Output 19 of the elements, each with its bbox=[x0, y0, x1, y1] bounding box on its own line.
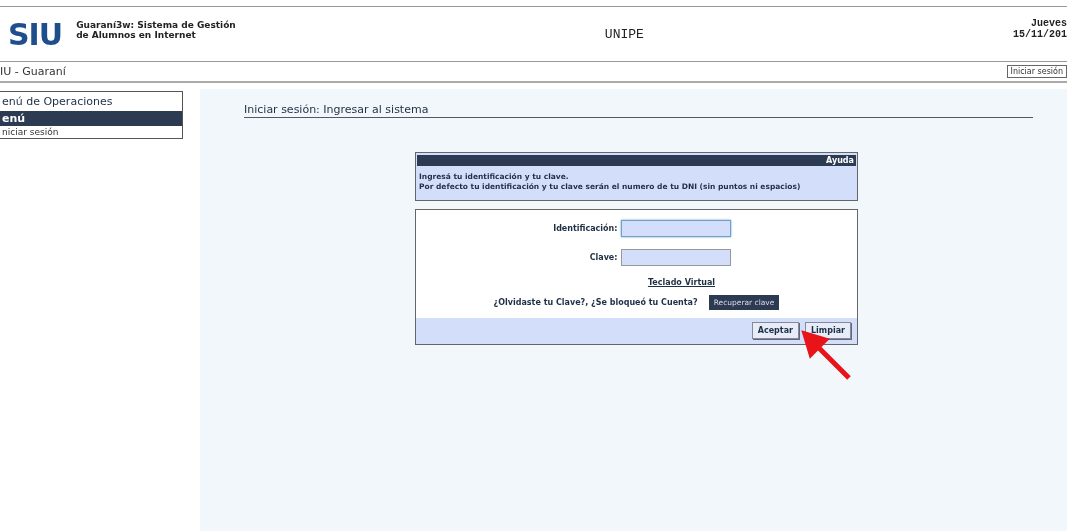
menu-section: enú bbox=[0, 111, 182, 126]
field-label: Identificación: bbox=[552, 223, 618, 233]
input-field[interactable] bbox=[620, 248, 731, 266]
menu-item[interactable]: niciar sesión bbox=[0, 126, 182, 138]
accept-button[interactable]: Aceptar bbox=[751, 322, 799, 339]
app-title: IU - Guaraní bbox=[0, 65, 66, 78]
system-name: Guaraní3w: Sistema de Gestión de Alumnos en Internet bbox=[76, 19, 236, 41]
weekday: Jueves bbox=[1031, 18, 1067, 29]
input-field[interactable] bbox=[620, 219, 731, 237]
page-heading: Iniciar sesión: Ingresar al sistema bbox=[244, 103, 1033, 118]
menu-title: enú de Operaciones bbox=[1, 94, 114, 110]
virtual-keyboard-link[interactable]: Teclado Virtual bbox=[647, 277, 716, 287]
date: 15/11/201 bbox=[1013, 29, 1067, 40]
login-button[interactable]: Iniciar sesión bbox=[1006, 65, 1067, 78]
help-title: Ayuda bbox=[417, 155, 856, 166]
field-label: Clave: bbox=[588, 252, 618, 262]
logo: SIU bbox=[8, 16, 63, 52]
institution-name: UNIPE bbox=[603, 26, 645, 42]
recover-prompt: ¿Olvidaste tu Clave?, ¿Se bloqueó tu Cuenta? bbox=[493, 297, 698, 307]
